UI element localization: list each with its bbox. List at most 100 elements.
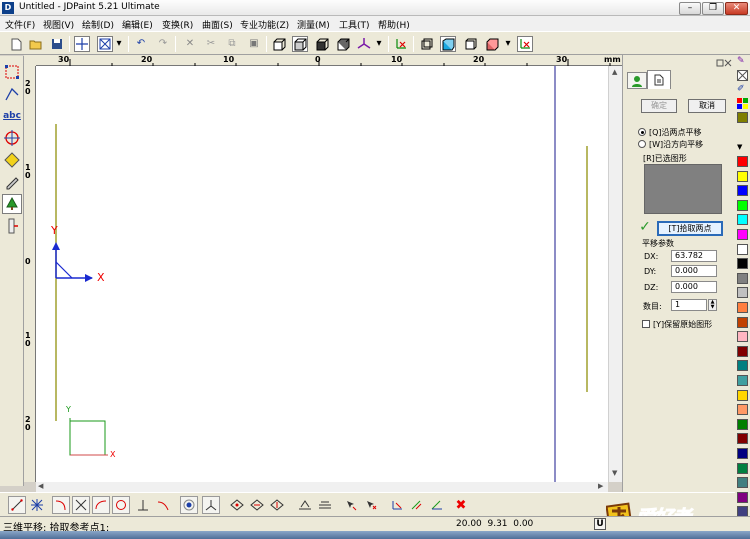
scroll-up-icon[interactable]: ▲ — [612, 68, 617, 76]
menu-view[interactable]: 视图(V) — [43, 18, 74, 31]
color-swatch[interactable] — [737, 199, 748, 211]
level-tool-icon[interactable] — [296, 496, 314, 514]
scroll-right-icon[interactable]: ▶ — [598, 482, 603, 490]
vertical-scrollbar[interactable]: ▲ ▼ — [608, 66, 622, 482]
multicolor-icon[interactable] — [737, 98, 748, 109]
axis-xy-icon[interactable] — [393, 36, 409, 52]
unit-indicator[interactable]: U — [594, 518, 606, 530]
menu-tools[interactable]: 工具(T) — [339, 18, 370, 31]
pen-icon[interactable]: ✎ — [737, 56, 748, 67]
cancel-button[interactable]: 取消 — [688, 99, 726, 113]
diamond-grid-2-icon[interactable] — [248, 496, 266, 514]
measure-ruler-icon[interactable] — [2, 216, 22, 236]
crosshair-select-icon[interactable] — [74, 36, 90, 52]
minimize-button[interactable]: – — [679, 2, 701, 15]
circle-tool-icon[interactable] — [112, 496, 130, 514]
diamond-grid-icon[interactable] — [228, 496, 246, 514]
star-snap-icon[interactable] — [28, 496, 46, 514]
chevron-down-icon[interactable]: ▾ — [374, 36, 384, 52]
color-swatch[interactable] — [737, 433, 748, 445]
render-mode-icon[interactable] — [484, 36, 500, 52]
color-swatch[interactable] — [737, 272, 748, 284]
menu-surface[interactable]: 曲面(S) — [202, 18, 233, 31]
radio-direction[interactable] — [638, 140, 646, 148]
cut-icon[interactable]: ✂ — [203, 36, 219, 52]
maximize-button[interactable]: ❐ — [702, 2, 724, 15]
tree-icon[interactable] — [2, 194, 22, 214]
color-swatch[interactable] — [737, 491, 748, 503]
color-swatch[interactable] — [737, 389, 748, 401]
redo-icon[interactable]: ↷ — [155, 36, 171, 52]
color-swatch[interactable] — [737, 360, 748, 372]
color-swatch[interactable] — [737, 345, 748, 357]
color-swatch[interactable] — [737, 287, 748, 299]
dx-field[interactable]: 63.782 — [671, 250, 717, 262]
arrow-pick-icon[interactable] — [342, 496, 360, 514]
menu-measure[interactable]: 测量(M) — [297, 18, 330, 31]
pen-axis-icon[interactable] — [428, 496, 446, 514]
wireframe-icon[interactable] — [418, 36, 434, 52]
axis-toggle-icon[interactable] — [517, 36, 533, 52]
drawing-canvas[interactable]: Y X Y X — [36, 66, 608, 482]
color-swatch[interactable] — [737, 331, 748, 343]
save-icon[interactable] — [49, 36, 65, 52]
arc-tool-icon[interactable] — [92, 496, 110, 514]
dy-field[interactable]: 0.000 — [671, 265, 717, 277]
tangent-icon[interactable] — [154, 496, 172, 514]
color-swatch[interactable] — [737, 316, 748, 328]
no-color-icon[interactable] — [737, 70, 748, 81]
scroll-left-icon[interactable]: ◀ — [38, 482, 43, 490]
paste-icon[interactable]: ▣ — [246, 36, 262, 52]
open-folder-icon[interactable] — [28, 36, 44, 52]
color-swatch[interactable] — [737, 229, 748, 240]
stack-tool-icon[interactable] — [316, 496, 334, 514]
pen-icon[interactable] — [2, 172, 22, 192]
view-front-icon[interactable] — [271, 36, 287, 52]
arrow-pick-x-icon[interactable] — [362, 496, 380, 514]
color-swatch[interactable] — [737, 243, 748, 255]
color-swatch[interactable] — [737, 258, 748, 270]
arc-corner-icon[interactable] — [52, 496, 70, 514]
menu-edit[interactable]: 编辑(E) — [122, 18, 153, 31]
point-snap-icon[interactable] — [180, 496, 198, 514]
color-swatch[interactable] — [737, 170, 748, 182]
hidden-line-icon[interactable] — [462, 36, 478, 52]
keep-original-checkbox[interactable] — [642, 320, 650, 328]
color-swatch[interactable] — [737, 156, 748, 167]
dz-field[interactable]: 0.000 — [671, 281, 717, 293]
curve-icon[interactable] — [2, 84, 22, 104]
chevron-down-icon[interactable]: ▾ — [503, 36, 513, 52]
menu-transform[interactable]: 变换(R) — [162, 18, 193, 31]
delete-icon[interactable]: ✕ — [182, 36, 198, 52]
color-swatch[interactable] — [737, 448, 748, 459]
cancel-operation-icon[interactable]: ✖ — [452, 496, 470, 514]
count-field[interactable]: 1 — [671, 299, 707, 311]
color-swatch[interactable] — [737, 404, 748, 416]
color-swatch[interactable] — [737, 112, 748, 123]
chevron-down-icon[interactable]: ▾ — [114, 36, 124, 52]
diamond-grid-3-icon[interactable] — [268, 496, 286, 514]
box-select-icon[interactable] — [97, 36, 113, 52]
line-tool-icon[interactable] — [8, 496, 26, 514]
fill-diamond-icon[interactable] — [2, 150, 22, 170]
color-swatch[interactable] — [737, 214, 748, 226]
select-box-icon[interactable] — [2, 62, 22, 82]
view-side-icon[interactable] — [335, 36, 351, 52]
color-swatch[interactable] — [737, 302, 748, 313]
confirm-button[interactable]: 确定 — [641, 99, 677, 113]
color-swatch[interactable] — [737, 185, 748, 197]
circle-target-icon[interactable] — [2, 128, 22, 148]
color-swatch[interactable] — [737, 462, 748, 474]
shaded-icon[interactable] — [440, 36, 456, 52]
text-abc-icon[interactable]: abc — [2, 106, 22, 126]
tab-person[interactable] — [627, 72, 647, 89]
tab-document[interactable] — [647, 70, 671, 89]
selected-shapes-preview[interactable] — [644, 164, 722, 214]
radio-two-points[interactable] — [638, 128, 646, 136]
perpendicular-icon[interactable] — [134, 496, 152, 514]
pick-two-points-button[interactable]: [T]拾取两点 — [657, 221, 723, 236]
transform-3d-icon[interactable] — [388, 496, 406, 514]
intersect-icon[interactable] — [72, 496, 90, 514]
menu-help[interactable]: 帮助(H) — [378, 18, 410, 31]
coordinate-system-icon[interactable] — [356, 36, 372, 52]
